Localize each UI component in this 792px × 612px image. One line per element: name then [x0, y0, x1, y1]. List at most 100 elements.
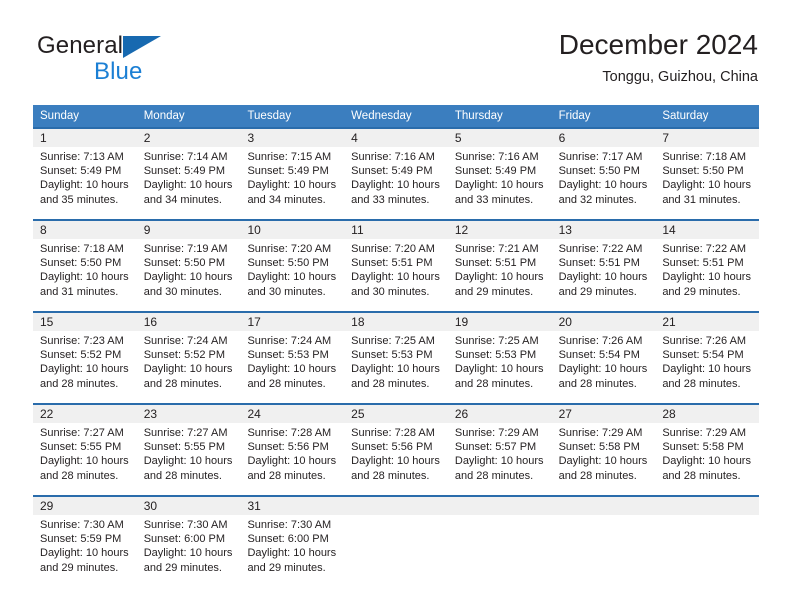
day-cell[interactable]: Sunrise: 7:19 AM Sunset: 5:50 PM Dayligh…	[137, 239, 241, 311]
day-cell[interactable]: Sunrise: 7:29 AM Sunset: 5:57 PM Dayligh…	[448, 423, 552, 495]
day-number[interactable]: 29	[33, 497, 137, 515]
day-number[interactable]: 3	[240, 129, 344, 147]
day-cell[interactable]: Sunrise: 7:14 AM Sunset: 5:49 PM Dayligh…	[137, 147, 241, 219]
weekday-header-thursday: Thursday	[454, 110, 503, 122]
title-block: December 2024 Tonggu, Guizhou, China	[559, 28, 758, 86]
sunrise-text: Sunrise: 7:20 AM	[247, 243, 332, 255]
daylight-text-line1: Daylight: 10 hours	[454, 455, 544, 468]
day-cell[interactable]: Sunrise: 7:21 AM Sunset: 5:51 PM Dayligh…	[448, 239, 552, 311]
day-number-band: 22 23 24 25 26 27 28	[33, 405, 759, 423]
day-cell[interactable]: Sunrise: 7:22 AM Sunset: 5:51 PM Dayligh…	[552, 239, 656, 311]
daylight-text-line2: and 28 minutes.	[40, 377, 119, 390]
day-number[interactable]: 5	[448, 129, 552, 147]
daylight-text-line1: Daylight: 10 hours	[40, 455, 129, 468]
sunrise-text: Sunrise: 7:24 AM	[143, 335, 228, 347]
daylight-text-line1: Daylight: 10 hours	[558, 179, 648, 192]
day-number[interactable]: 21	[655, 313, 759, 331]
day-number-band: 1 2 3 4 5 6 7	[33, 129, 759, 147]
day-cell[interactable]: Sunrise: 7:25 AM Sunset: 5:53 PM Dayligh…	[344, 331, 448, 403]
day-number[interactable]: 13	[552, 221, 656, 239]
daylight-text-line2: and 28 minutes.	[454, 469, 534, 482]
day-number[interactable]: 14	[655, 221, 759, 239]
day-cell[interactable]: Sunrise: 7:26 AM Sunset: 5:54 PM Dayligh…	[552, 331, 656, 403]
sunset-text: Sunset: 5:53 PM	[454, 349, 537, 362]
day-cell[interactable]: Sunrise: 7:29 AM Sunset: 5:58 PM Dayligh…	[655, 423, 759, 495]
day-cell[interactable]: Sunrise: 7:16 AM Sunset: 5:49 PM Dayligh…	[448, 147, 552, 219]
day-cell[interactable]: Sunrise: 7:20 AM Sunset: 5:51 PM Dayligh…	[344, 239, 448, 311]
daylight-text-line1: Daylight: 10 hours	[662, 271, 751, 284]
day-cell[interactable]: Sunrise: 7:26 AM Sunset: 5:54 PM Dayligh…	[655, 331, 759, 403]
day-number[interactable]: 4	[344, 129, 448, 147]
day-number[interactable]: 27	[552, 405, 656, 423]
daylight-text-line2: and 34 minutes.	[247, 193, 326, 206]
daylight-text-line2: and 28 minutes.	[558, 469, 637, 482]
day-number[interactable]: 25	[344, 405, 448, 423]
sunrise-text: Sunrise: 7:26 AM	[662, 335, 747, 347]
day-number[interactable]: 28	[655, 405, 759, 423]
sunrise-text: Sunrise: 7:15 AM	[247, 151, 332, 163]
day-number[interactable]: 18	[344, 313, 448, 331]
day-number[interactable]: 6	[552, 129, 656, 147]
sunrise-text: Sunrise: 7:14 AM	[143, 151, 228, 163]
daylight-text-line1: Daylight: 10 hours	[454, 179, 544, 192]
day-cell[interactable]: Sunrise: 7:15 AM Sunset: 5:49 PM Dayligh…	[240, 147, 344, 219]
day-number[interactable]: 10	[240, 221, 344, 239]
daylight-text-line2: and 31 minutes.	[40, 285, 119, 298]
day-cell[interactable]: Sunrise: 7:24 AM Sunset: 5:53 PM Dayligh…	[240, 331, 344, 403]
day-number-band: 15 16 17 18 19 20 21	[33, 313, 759, 331]
day-cell[interactable]: Sunrise: 7:30 AM Sunset: 5:59 PM Dayligh…	[33, 515, 137, 587]
day-cell[interactable]: Sunrise: 7:27 AM Sunset: 5:55 PM Dayligh…	[33, 423, 137, 495]
day-cell[interactable]: Sunrise: 7:23 AM Sunset: 5:52 PM Dayligh…	[33, 331, 137, 403]
day-number[interactable]: 20	[552, 313, 656, 331]
day-number-empty	[344, 497, 448, 515]
day-cell[interactable]: Sunrise: 7:22 AM Sunset: 5:51 PM Dayligh…	[655, 239, 759, 311]
day-number[interactable]: 11	[344, 221, 448, 239]
sunset-text: Sunset: 5:56 PM	[247, 441, 329, 454]
day-number[interactable]: 1	[33, 129, 137, 147]
day-number[interactable]: 19	[448, 313, 552, 331]
day-cell[interactable]: Sunrise: 7:30 AM Sunset: 6:00 PM Dayligh…	[137, 515, 241, 587]
daylight-text-line2: and 32 minutes.	[558, 193, 637, 206]
day-cell[interactable]: Sunrise: 7:17 AM Sunset: 5:50 PM Dayligh…	[552, 147, 656, 219]
day-cell[interactable]: Sunrise: 7:27 AM Sunset: 5:55 PM Dayligh…	[137, 423, 241, 495]
day-number[interactable]: 16	[137, 313, 241, 331]
daylight-text-line1: Daylight: 10 hours	[351, 179, 440, 192]
day-number[interactable]: 31	[240, 497, 344, 515]
sunset-text: Sunset: 5:54 PM	[558, 349, 640, 362]
day-cell[interactable]: Sunrise: 7:30 AM Sunset: 6:00 PM Dayligh…	[240, 515, 344, 587]
day-cell[interactable]: Sunrise: 7:18 AM Sunset: 5:50 PM Dayligh…	[655, 147, 759, 219]
day-cell[interactable]: Sunrise: 7:16 AM Sunset: 5:49 PM Dayligh…	[344, 147, 448, 219]
day-number[interactable]: 12	[448, 221, 552, 239]
weekday-header-row: Sunday Monday Tuesday Wednesday Thursday…	[33, 105, 759, 127]
day-number[interactable]: 15	[33, 313, 137, 331]
day-number[interactable]: 24	[240, 405, 344, 423]
day-number[interactable]: 26	[448, 405, 552, 423]
day-number[interactable]: 8	[33, 221, 137, 239]
daylight-text-line1: Daylight: 10 hours	[143, 179, 233, 192]
day-cell[interactable]: Sunrise: 7:29 AM Sunset: 5:58 PM Dayligh…	[552, 423, 656, 495]
day-cell[interactable]: Sunrise: 7:18 AM Sunset: 5:50 PM Dayligh…	[33, 239, 137, 311]
day-number[interactable]: 2	[137, 129, 241, 147]
day-cell[interactable]: Sunrise: 7:20 AM Sunset: 5:50 PM Dayligh…	[240, 239, 344, 311]
day-cell[interactable]: Sunrise: 7:24 AM Sunset: 5:52 PM Dayligh…	[137, 331, 241, 403]
day-cell[interactable]: Sunrise: 7:25 AM Sunset: 5:53 PM Dayligh…	[448, 331, 552, 403]
weekday-header-tuesday: Tuesday	[247, 110, 292, 122]
daylight-text-line1: Daylight: 10 hours	[558, 271, 648, 284]
day-number[interactable]: 23	[137, 405, 241, 423]
day-number[interactable]: 17	[240, 313, 344, 331]
day-number[interactable]: 9	[137, 221, 241, 239]
day-number-empty	[655, 497, 759, 515]
sunset-text: Sunset: 5:58 PM	[662, 441, 744, 454]
day-number[interactable]: 30	[137, 497, 241, 515]
day-cell[interactable]: Sunrise: 7:28 AM Sunset: 5:56 PM Dayligh…	[240, 423, 344, 495]
day-detail-band: Sunrise: 7:30 AM Sunset: 5:59 PM Dayligh…	[33, 515, 759, 587]
brand-logo[interactable]: General Blue	[33, 32, 233, 90]
daylight-text-line1: Daylight: 10 hours	[247, 179, 337, 192]
daylight-text-line2: and 35 minutes.	[40, 193, 119, 206]
day-number-band: 8 9 10 11 12 13 14	[33, 221, 759, 239]
day-cell[interactable]: Sunrise: 7:13 AM Sunset: 5:49 PM Dayligh…	[33, 147, 137, 219]
day-number[interactable]: 22	[33, 405, 137, 423]
day-number[interactable]: 7	[655, 129, 759, 147]
sunset-text: Sunset: 5:49 PM	[143, 165, 226, 178]
day-cell[interactable]: Sunrise: 7:28 AM Sunset: 5:56 PM Dayligh…	[344, 423, 448, 495]
